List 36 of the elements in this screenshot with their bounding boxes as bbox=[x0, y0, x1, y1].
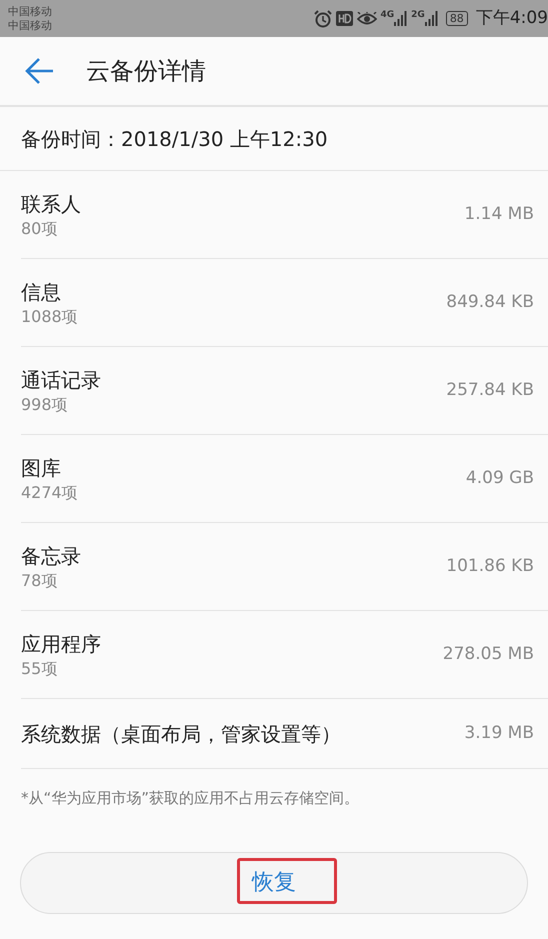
hd-icon bbox=[336, 11, 352, 26]
network-type: 4G bbox=[380, 11, 394, 20]
item-size: 1.14 MB bbox=[464, 202, 534, 226]
item-count: 4274项 bbox=[21, 482, 78, 504]
back-arrow-icon[interactable] bbox=[24, 57, 54, 85]
item-count: 55项 bbox=[21, 658, 58, 680]
item-size: 257.84 KB bbox=[446, 378, 534, 402]
item-name: 图库 bbox=[21, 454, 62, 482]
footnote-text: *从“华为应用市场”获取的应用不占用云存储空间。 bbox=[20, 788, 360, 809]
carrier-name: 中国移动 bbox=[8, 4, 52, 18]
item-count: 78项 bbox=[21, 570, 58, 592]
item-name: 备忘录 bbox=[21, 542, 81, 570]
signal-icon bbox=[394, 11, 408, 26]
item-name: 系统数据（桌面布局，管家设置等） bbox=[21, 720, 341, 748]
network-type: 2G bbox=[411, 11, 425, 20]
restore-button[interactable]: 恢复 bbox=[20, 852, 528, 914]
item-count: 80项 bbox=[21, 218, 58, 240]
item-name: 联系人 bbox=[21, 190, 81, 218]
item-size: 101.86 KB bbox=[446, 554, 534, 578]
item-name: 通话记录 bbox=[21, 366, 101, 394]
signal-icon bbox=[424, 11, 438, 26]
item-count: 998项 bbox=[21, 394, 69, 416]
alarm-icon bbox=[314, 10, 332, 28]
item-size: 278.05 MB bbox=[442, 642, 534, 666]
carrier-name: 中国移动 bbox=[8, 18, 52, 32]
battery-indicator: 88 bbox=[446, 11, 468, 26]
status-time: 下午4:09 bbox=[476, 6, 548, 30]
eye-icon bbox=[356, 12, 376, 26]
item-count: 1088项 bbox=[21, 306, 78, 328]
item-size: 4.09 GB bbox=[466, 466, 534, 490]
item-name: 信息 bbox=[21, 278, 62, 306]
page-title: 云备份详情 bbox=[86, 56, 206, 87]
item-size: 849.84 KB bbox=[446, 290, 534, 314]
backup-time-text: 备份时间：2018/1/30 上午12:30 bbox=[21, 126, 328, 152]
item-size: 3.19 MB bbox=[464, 722, 534, 745]
item-name: 应用程序 bbox=[21, 630, 101, 658]
